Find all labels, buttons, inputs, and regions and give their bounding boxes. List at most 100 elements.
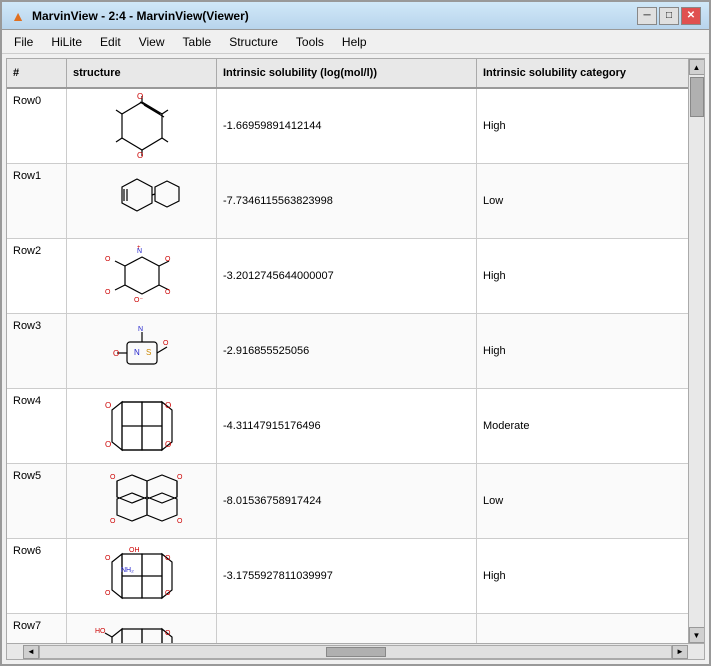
table-row: Row0 <box>7 89 704 164</box>
structure-cell-0: O O <box>67 89 217 163</box>
molecule-3: O N S O N <box>77 317 207 385</box>
svg-text:O: O <box>165 256 171 263</box>
col-header-id: # <box>7 59 67 87</box>
category-value-4: Moderate <box>477 389 704 463</box>
scroll-up-button[interactable]: ▲ <box>689 59 705 75</box>
structure-cell-3: O N S O N <box>67 314 217 388</box>
menu-item-hilite[interactable]: HiLite <box>43 32 90 52</box>
maximize-button[interactable]: □ <box>659 7 679 25</box>
svg-text:HO: HO <box>95 628 106 635</box>
structure-cell-7: O O HO HO <box>67 614 217 643</box>
molecule-5: O O O O <box>77 467 207 535</box>
svg-text:N: N <box>134 348 140 357</box>
molecule-6: O O O O OH NH₂ <box>77 542 207 610</box>
molecule-0: O O <box>77 92 207 160</box>
menu-item-help[interactable]: Help <box>334 32 375 52</box>
category-value-7: Low <box>477 614 704 643</box>
row-id-4: Row4 <box>7 389 67 463</box>
svg-text:O: O <box>165 289 171 296</box>
scroll-left-button[interactable]: ◄ <box>23 645 39 659</box>
category-value-5: Low <box>477 464 704 538</box>
row-id-2: Row2 <box>7 239 67 313</box>
svg-text:O: O <box>165 401 171 410</box>
close-button[interactable]: ✕ <box>681 7 701 25</box>
scroll-thumb-horizontal[interactable] <box>326 647 386 657</box>
table-container: # structure Intrinsic solubility (log(mo… <box>6 58 705 660</box>
structure-cell-6: O O O O OH NH₂ <box>67 539 217 613</box>
svg-text:S: S <box>146 348 151 357</box>
main-window: ▲ MarvinView - 2:4 - MarvinView(Viewer) … <box>0 0 711 666</box>
row-id-7: Row7 <box>7 614 67 643</box>
svg-text:O: O <box>113 349 119 358</box>
svg-text:O: O <box>165 590 171 597</box>
row-id-3: Row3 <box>7 314 67 388</box>
menu-item-table[interactable]: Table <box>175 32 220 52</box>
solubility-value-0: -1.66959891412144 <box>217 89 477 163</box>
category-value-3: High <box>477 314 704 388</box>
svg-text:NH₂: NH₂ <box>121 567 134 574</box>
molecule-4: O O O O <box>77 392 207 460</box>
table-row: Row7 O O <box>7 614 704 643</box>
table-row: Row1 -7.7346115563823 <box>7 164 704 239</box>
structure-cell-4: O O O O <box>67 389 217 463</box>
category-value-6: High <box>477 539 704 613</box>
window-controls: ─ □ ✕ <box>637 7 701 25</box>
svg-text:O: O <box>105 289 111 296</box>
svg-text:N: N <box>138 326 143 333</box>
solubility-value-3: -2.916855525056 <box>217 314 477 388</box>
app-icon: ▲ <box>10 8 26 24</box>
menu-item-file[interactable]: File <box>6 32 41 52</box>
molecule-1 <box>77 167 207 235</box>
svg-text:O: O <box>177 474 183 481</box>
svg-text:O: O <box>105 590 111 597</box>
row-id-0: Row0 <box>7 89 67 163</box>
molecule-2: O O O O N + O⁻ <box>77 242 207 310</box>
svg-text:O: O <box>105 555 111 562</box>
table-row: Row3 O N S O N <box>7 314 704 389</box>
row-id-5: Row5 <box>7 464 67 538</box>
svg-text:O: O <box>165 440 171 449</box>
table-header: # structure Intrinsic solubility (log(mo… <box>7 59 704 89</box>
category-value-1: Low <box>477 164 704 238</box>
row-id-6: Row6 <box>7 539 67 613</box>
menu-bar: FileHiLiteEditViewTableStructureToolsHel… <box>2 30 709 54</box>
solubility-value-6: -3.1755927811039997 <box>217 539 477 613</box>
table-row: Row6 O O O O <box>7 539 704 614</box>
row-id-1: Row1 <box>7 164 67 238</box>
svg-text:+: + <box>137 245 141 251</box>
scroll-right-button[interactable]: ► <box>672 645 688 659</box>
structure-cell-5: O O O O <box>67 464 217 538</box>
svg-text:O: O <box>137 151 143 160</box>
structure-cell-2: O O O O N + O⁻ <box>67 239 217 313</box>
col-header-category: Intrinsic solubility category <box>477 59 704 87</box>
menu-item-tools[interactable]: Tools <box>288 32 332 52</box>
solubility-value-1: -7.7346115563823998 <box>217 164 477 238</box>
col-header-structure: structure <box>67 59 217 87</box>
scroll-track-horizontal <box>39 645 672 659</box>
category-value-0: High <box>477 89 704 163</box>
solubility-value-2: -3.2012745644000007 <box>217 239 477 313</box>
horizontal-scrollbar[interactable]: ◄ ► <box>7 643 704 659</box>
menu-item-view[interactable]: View <box>131 32 173 52</box>
svg-text:O: O <box>105 440 111 449</box>
svg-text:O: O <box>165 555 171 562</box>
table-row: Row4 <box>7 389 704 464</box>
svg-text:O⁻: O⁻ <box>134 297 143 304</box>
svg-text:O: O <box>110 518 116 525</box>
table-body[interactable]: Row0 <box>7 89 704 643</box>
svg-text:O: O <box>165 630 171 637</box>
menu-item-edit[interactable]: Edit <box>92 32 129 52</box>
structure-cell-1 <box>67 164 217 238</box>
menu-item-structure[interactable]: Structure <box>221 32 286 52</box>
solubility-value-7: -5.471824110336 <box>217 614 477 643</box>
svg-text:O: O <box>105 401 111 410</box>
window-title: MarvinView - 2:4 - MarvinView(Viewer) <box>32 9 637 23</box>
molecule-7: O O HO HO <box>77 617 207 643</box>
scroll-thumb-vertical[interactable] <box>690 77 704 117</box>
vertical-scrollbar[interactable]: ▲ ▼ <box>688 59 704 643</box>
scroll-down-button[interactable]: ▼ <box>689 627 705 643</box>
table-row: Row2 O O O O <box>7 239 704 314</box>
category-value-2: High <box>477 239 704 313</box>
minimize-button[interactable]: ─ <box>637 7 657 25</box>
svg-text:O: O <box>177 518 183 525</box>
